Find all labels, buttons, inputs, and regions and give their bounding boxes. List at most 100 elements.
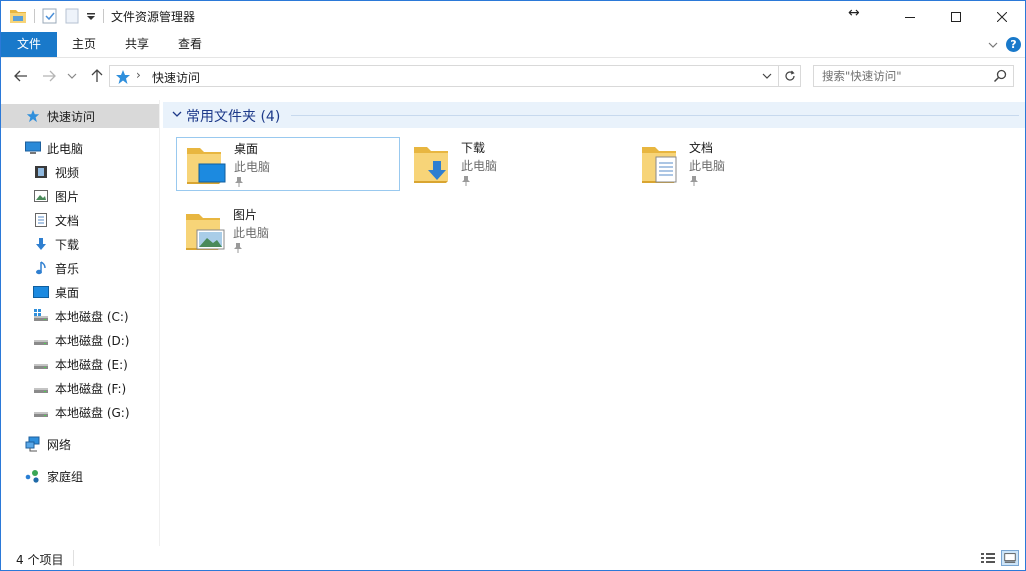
search-icon[interactable]	[993, 69, 1007, 83]
tab-home[interactable]: 主页	[60, 32, 108, 57]
content-pane: 常用文件夹 (4) 桌面 此电脑 下载 此电脑 文档 此电脑 图片 此电脑	[161, 100, 1025, 546]
music-icon	[33, 260, 49, 276]
sidebar-item-label: 快速访问	[47, 109, 96, 124]
sidebar-item-label: 下载	[55, 237, 80, 252]
group-header-frequent-folders[interactable]: 常用文件夹 (4)	[163, 102, 1025, 128]
tab-file[interactable]: 文件	[1, 32, 57, 57]
chevron-down-icon	[67, 73, 77, 79]
sidebar-item-pictures[interactable]: 图片	[1, 184, 159, 208]
search-box[interactable]	[813, 65, 1014, 87]
sidebar-item-this-pc[interactable]: 此电脑	[1, 136, 159, 160]
pin-icon	[689, 175, 699, 187]
sidebar-item-label: 网络	[47, 437, 72, 452]
back-button[interactable]	[11, 67, 31, 85]
video-icon	[33, 164, 49, 180]
drive-icon	[33, 356, 49, 372]
sidebar-item-documents[interactable]: 文档	[1, 208, 159, 232]
sidebar-item-label: 家庭组	[47, 469, 84, 484]
sidebar-item-music[interactable]: 音乐	[1, 256, 159, 280]
sidebar-item-label: 图片	[55, 189, 80, 204]
status-divider	[73, 550, 74, 566]
pin-icon	[234, 176, 244, 188]
arrow-up-icon	[91, 69, 103, 82]
sidebar-item-network[interactable]: 网络	[1, 432, 159, 456]
large-icons-view-icon[interactable]	[1001, 550, 1019, 566]
star-icon	[116, 70, 130, 84]
sidebar-item-drive-d[interactable]: 本地磁盘 (D:)	[1, 328, 159, 352]
folder-location: 此电脑	[233, 226, 270, 240]
sidebar-item-label: 本地磁盘 (E:)	[55, 357, 128, 372]
sidebar-item-label: 桌面	[55, 285, 80, 300]
group-title: 常用文件夹 (4)	[186, 109, 281, 125]
sidebar-item-label: 此电脑	[47, 141, 84, 156]
arrow-left-icon	[14, 70, 27, 82]
sidebar-item-videos[interactable]: 视频	[1, 160, 159, 184]
forward-button[interactable]	[39, 67, 59, 85]
minimize-button[interactable]	[887, 1, 933, 32]
quick-access-divider	[34, 9, 35, 23]
chevron-down-icon[interactable]	[171, 108, 183, 120]
downloads-folder-icon	[412, 143, 456, 185]
navigation-pane: 快速访问 此电脑 视频 图片 文档 下载 音乐 桌面 本地磁盘 (C:) 本地磁…	[1, 100, 160, 546]
folder-location: 此电脑	[689, 159, 726, 173]
document-icon	[33, 212, 49, 228]
pictures-folder-icon	[184, 210, 225, 252]
folder-location: 此电脑	[234, 160, 271, 174]
sidebar-item-drive-g[interactable]: 本地磁盘 (G:)	[1, 400, 159, 424]
folder-tile-downloads[interactable]: 下载 此电脑	[404, 137, 628, 191]
drive-icon	[33, 332, 49, 348]
sidebar-item-homegroup[interactable]: 家庭组	[1, 464, 159, 488]
customize-toolbar-dropdown-icon[interactable]	[85, 7, 97, 25]
folder-tile-desktop[interactable]: 桌面 此电脑	[176, 137, 400, 191]
address-bar[interactable]: › 快速访问	[109, 65, 779, 87]
refresh-button[interactable]	[779, 65, 801, 87]
sidebar-item-downloads[interactable]: 下载	[1, 232, 159, 256]
star-icon	[25, 108, 41, 124]
maximize-button[interactable]	[933, 1, 979, 32]
recent-locations-button[interactable]	[65, 67, 79, 85]
documents-folder-icon	[640, 143, 677, 185]
navigation-bar: › 快速访问	[1, 59, 1025, 95]
sidebar-item-drive-f[interactable]: 本地磁盘 (F:)	[1, 376, 159, 400]
sidebar-item-quick-access[interactable]: 快速访问	[1, 104, 159, 128]
help-icon[interactable]: ?	[1006, 37, 1021, 52]
new-folder-icon[interactable]	[65, 7, 80, 25]
title-bar[interactable]: 文件资源管理器 ↔	[1, 1, 1025, 32]
properties-icon[interactable]	[42, 7, 58, 25]
search-input[interactable]	[814, 66, 989, 86]
folder-tile-documents[interactable]: 文档 此电脑	[632, 137, 856, 191]
tab-share[interactable]: 共享	[113, 32, 161, 57]
tab-view[interactable]: 查看	[166, 32, 214, 57]
download-icon	[33, 236, 49, 252]
sidebar-item-label: 本地磁盘 (D:)	[55, 333, 130, 348]
item-count: 4 个项目	[16, 553, 64, 567]
folder-app-icon[interactable]	[9, 7, 27, 25]
expand-ribbon-chevron-icon[interactable]	[985, 37, 1001, 53]
close-icon	[997, 11, 1007, 22]
address-dropdown-icon[interactable]	[760, 69, 774, 83]
homegroup-icon	[25, 468, 41, 484]
folder-tile-pictures[interactable]: 图片 此电脑	[176, 204, 400, 258]
sidebar-item-desktop[interactable]: 桌面	[1, 280, 159, 304]
pin-icon	[461, 175, 471, 187]
group-divider	[291, 115, 1019, 116]
breadcrumb-separator[interactable]: ›	[136, 68, 141, 82]
resize-icon: ↔	[848, 5, 860, 21]
close-button[interactable]	[979, 1, 1025, 32]
drive-icon	[33, 380, 49, 396]
system-drive-icon	[33, 308, 49, 324]
sidebar-item-drive-e[interactable]: 本地磁盘 (E:)	[1, 352, 159, 376]
computer-icon	[25, 140, 41, 156]
details-view-icon[interactable]	[979, 550, 997, 566]
sidebar-item-label: 本地磁盘 (G:)	[55, 405, 130, 420]
network-icon	[25, 436, 41, 452]
desktop-folder-icon	[185, 144, 226, 186]
up-button[interactable]	[87, 67, 107, 85]
sidebar-item-label: 音乐	[55, 261, 80, 276]
sidebar-item-drive-c[interactable]: 本地磁盘 (C:)	[1, 304, 159, 328]
sidebar-item-label: 本地磁盘 (F:)	[55, 381, 127, 396]
pictures-icon	[33, 188, 49, 204]
folder-name: 文档	[689, 141, 714, 155]
folder-name: 下载	[461, 141, 486, 155]
breadcrumb-quick-access[interactable]: 快速访问	[152, 69, 200, 86]
